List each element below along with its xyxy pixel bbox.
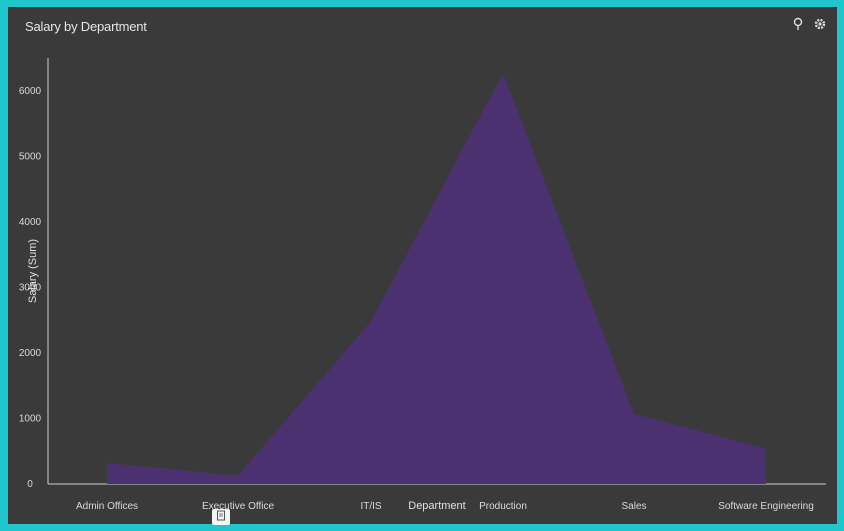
y-tick-label: 4000 — [19, 217, 42, 228]
y-tick-label: 5000 — [19, 151, 42, 162]
copy-icon — [216, 508, 226, 526]
area-chart: 0100020003000400050006000Admin Offices Ex… — [19, 58, 826, 512]
x-axis-title: Department — [408, 500, 465, 512]
y-tick-label: 6000 — [19, 86, 42, 97]
copy-button[interactable] — [212, 509, 230, 525]
y-tick-label: 1000 — [19, 414, 42, 425]
x-tick-label: Production — [479, 501, 527, 512]
y-tick-label: 2000 — [19, 348, 42, 359]
x-tick-label: Software Engineering — [718, 501, 814, 512]
x-tick-label: Sales — [621, 501, 646, 512]
x-tick-label: IT/IS — [360, 501, 381, 512]
y-axis-title: Salary (Sum) — [27, 239, 39, 303]
x-tick-label: Admin Offices — [76, 501, 138, 512]
area-series[interactable] — [107, 73, 766, 484]
y-tick-label: 0 — [27, 479, 33, 490]
